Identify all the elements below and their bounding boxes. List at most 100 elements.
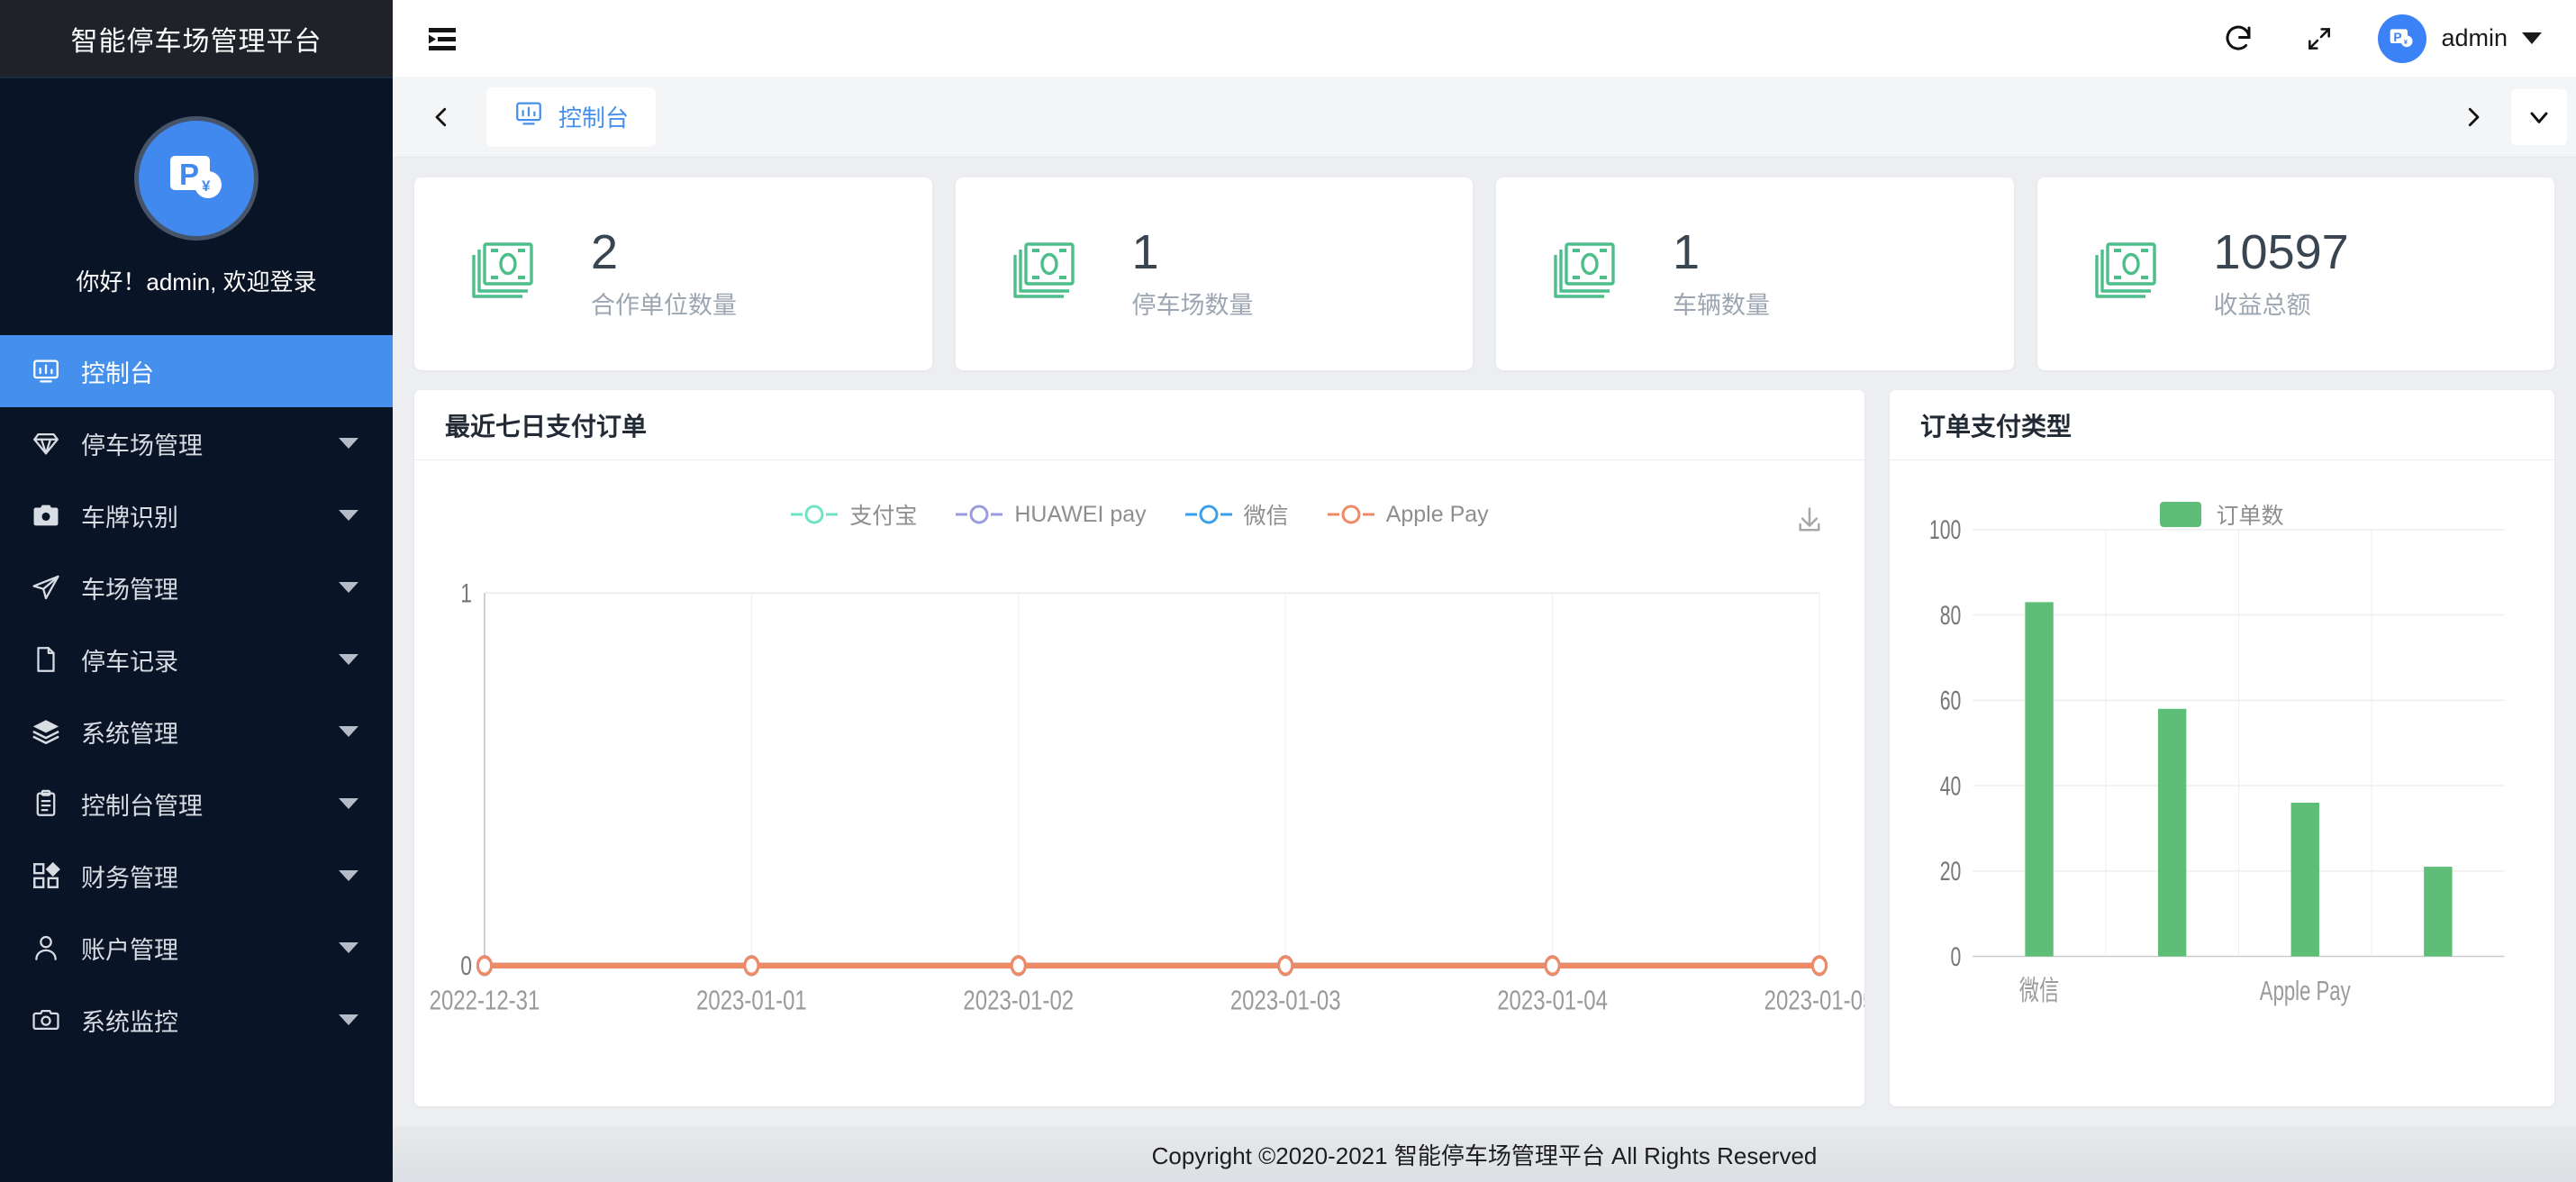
data-point — [1277, 955, 1294, 977]
sidebar-item-4[interactable]: 车场管理 — [0, 551, 393, 623]
sidebar-item-2[interactable]: 停车场管理 — [0, 407, 393, 479]
user-menu[interactable]: P ¥ admin — [2378, 14, 2542, 63]
sidebar-brand: 智能停车场管理平台 — [0, 0, 393, 77]
data-point — [1544, 955, 1561, 977]
user-name: admin — [2441, 24, 2508, 51]
chevron-down-icon[interactable] — [339, 438, 358, 449]
y-tick-label: 0 — [1951, 943, 1962, 972]
stat-card: 1 车辆数量 — [1496, 177, 2014, 370]
y-tick-label: 100 — [1929, 516, 1961, 545]
stat-text: 1 停车场数量 — [1132, 228, 1254, 321]
sidebar-item-label: 账户管理 — [81, 936, 178, 964]
main-area: P ¥ admin 控制台 2 合作单位数量 1 停车场数量 1 车辆数量 10… — [393, 0, 2576, 1182]
x-tick-label: 2023-01-03 — [1230, 985, 1341, 1016]
dashboard-content: 2 合作单位数量 1 停车场数量 1 车辆数量 10597 收益总额 最近七日支… — [393, 158, 2576, 1126]
stat-value: 10597 — [2213, 224, 2349, 279]
sidebar-item-label: 车牌识别 — [81, 504, 178, 532]
chevron-down-icon[interactable] — [339, 798, 358, 809]
line-chart-svg: 0 1 2022-12-31 2023-01-01 2023-01-02 2023-01-… — [430, 578, 1864, 1016]
money-stack-icon — [1006, 239, 1082, 310]
parking-logo-icon: P ¥ — [2390, 28, 2413, 47]
sidebar: 智能停车场管理平台 P ¥ 你好！admin, 欢迎登录 控制台停车场管理车牌识… — [0, 0, 393, 1182]
avatar: P ¥ — [134, 116, 259, 241]
tab-next-button[interactable] — [2448, 92, 2499, 142]
tab-bar: 控制台 — [393, 77, 2576, 158]
chevron-down-icon[interactable] — [339, 870, 358, 881]
send-icon — [31, 572, 61, 603]
tab-1[interactable]: 控制台 — [486, 86, 657, 147]
stat-value: 1 — [1131, 224, 1159, 279]
chevron-down-icon[interactable] — [339, 582, 358, 593]
tab-options-button[interactable] — [2511, 88, 2567, 145]
stat-label: 合作单位数量 — [591, 291, 737, 319]
refresh-icon[interactable] — [2216, 16, 2261, 61]
x-tick-label: Apple Pay — [2260, 976, 2351, 1006]
chevron-down-icon[interactable] — [339, 510, 358, 521]
svg-text:¥: ¥ — [202, 177, 211, 195]
sidebar-item-5[interactable]: 停车记录 — [0, 623, 393, 696]
y-tick-label: 80 — [1940, 602, 1962, 631]
dashboard-icon — [513, 98, 544, 135]
chart-panel-row: 最近七日支付订单 支付宝 HUAWEI pay 微信 Apple Pay 0 1… — [414, 390, 2554, 1126]
chevron-down-icon[interactable] — [339, 726, 358, 737]
bar-chart-body: 订单数 0 20 40 60 80 100 微信 Apple Pay — [1890, 460, 2554, 1106]
sidebar-profile: P ¥ 你好！admin, 欢迎登录 — [0, 77, 393, 335]
stat-text: 10597 收益总额 — [2214, 228, 2349, 321]
stat-text: 1 车辆数量 — [1673, 228, 1770, 321]
dashboard-icon — [31, 356, 61, 386]
tab-label: 控制台 — [558, 105, 630, 132]
sidebar-item-7[interactable]: 控制台管理 — [0, 768, 393, 840]
sidebar-item-1[interactable]: 控制台 — [0, 335, 393, 407]
tab-prev-button[interactable] — [416, 92, 467, 142]
payment-type-panel: 订单支付类型 订单数 0 20 40 60 80 100 微信 Apple Pay — [1890, 390, 2554, 1106]
diamond-icon — [31, 428, 61, 459]
user-icon — [31, 932, 61, 963]
chevron-down-icon[interactable] — [339, 654, 358, 665]
chevron-down-icon — [2522, 32, 2542, 44]
sidebar-item-9[interactable]: 账户管理 — [0, 912, 393, 984]
sidebar-item-label: 控制台 — [81, 359, 154, 387]
y-tick-label: 0 — [460, 950, 472, 980]
sidebar-item-label: 停车记录 — [81, 648, 178, 676]
chevron-down-icon[interactable] — [339, 942, 358, 953]
x-tick-label: 2023-01-02 — [963, 985, 1074, 1016]
x-tick-label: 2023-01-05 — [1764, 985, 1864, 1016]
bar-1 — [2025, 602, 2054, 957]
greeting-text: 你好！admin, 欢迎登录 — [76, 268, 317, 296]
bar-2 — [2157, 708, 2187, 957]
data-point — [476, 955, 493, 977]
stat-value: 2 — [591, 224, 619, 279]
parking-logo-icon: P ¥ — [170, 156, 222, 198]
stat-card: 10597 收益总额 — [2036, 177, 2554, 370]
x-tick-label: 2023-01-04 — [1497, 985, 1608, 1016]
top-header: P ¥ admin — [393, 0, 2576, 77]
top-right-actions: P ¥ admin — [2216, 14, 2542, 63]
y-tick-label: 20 — [1940, 858, 1962, 886]
bar-3 — [2290, 803, 2319, 957]
line-chart-body: 支付宝 HUAWEI pay 微信 Apple Pay 0 1 2022-12-… — [414, 460, 1864, 1106]
sidebar-item-3[interactable]: 车牌识别 — [0, 479, 393, 551]
sidebar-item-8[interactable]: 财务管理 — [0, 840, 393, 912]
money-stack-icon — [465, 239, 540, 310]
sidebar-item-label: 系统监控 — [81, 1008, 178, 1036]
x-tick-label: 微信 — [2019, 976, 2059, 1006]
stat-label: 车辆数量 — [1673, 291, 1770, 319]
sidebar-menu: 控制台停车场管理车牌识别车场管理停车记录系统管理控制台管理财务管理账户管理系统监… — [0, 335, 393, 1182]
stat-label: 收益总额 — [2213, 291, 2311, 319]
stat-card: 1 停车场数量 — [955, 177, 1473, 370]
sidebar-item-label: 车场管理 — [81, 576, 178, 604]
layers-icon — [31, 716, 61, 747]
y-tick-label: 40 — [1940, 772, 1962, 801]
bar-chart-svg: 0 20 40 60 80 100 微信 Apple Pay — [1929, 516, 2505, 1006]
fullscreen-icon[interactable] — [2297, 16, 2342, 61]
sidebar-item-10[interactable]: 系统监控 — [0, 984, 393, 1056]
sidebar-item-label: 控制台管理 — [81, 792, 203, 820]
sidebar-item-6[interactable]: 系统管理 — [0, 696, 393, 768]
clipboard-icon — [31, 788, 61, 819]
grid-icon — [31, 860, 61, 891]
menu-fold-icon[interactable] — [418, 14, 467, 63]
money-stack-icon — [1547, 239, 1622, 310]
svg-text:P: P — [2394, 30, 2402, 43]
chevron-down-icon[interactable] — [339, 1014, 358, 1025]
data-point — [1010, 955, 1027, 977]
